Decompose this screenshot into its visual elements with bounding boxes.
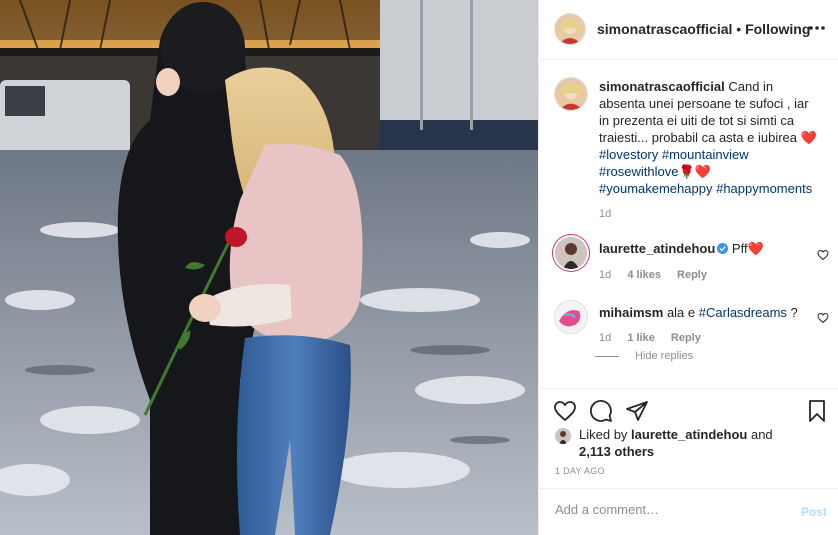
bookmark-icon[interactable] [805, 399, 829, 423]
hashtag-rosewithlove[interactable]: #rosewithlove [599, 164, 679, 179]
post-photo[interactable] [0, 0, 538, 535]
comment-age[interactable]: 1d [599, 332, 611, 344]
share-icon[interactable] [625, 399, 649, 423]
caption-meta: 1d [599, 208, 624, 220]
caption-age[interactable]: 1d [599, 208, 611, 220]
comment-likes[interactable]: 4 likes [627, 269, 661, 281]
header-separator: • [736, 21, 742, 37]
liked-by-text: Liked by laurette_atindehou and [555, 426, 825, 443]
hashtag-youmakemehappy[interactable]: #youmakemehappy [599, 181, 712, 196]
action-bar [539, 388, 838, 428]
comment-meta: 1d 1 like Reply [599, 332, 714, 344]
comment-username[interactable]: laurette_atindehou [599, 241, 715, 256]
hashtag-carlasdreams[interactable]: #Carlasdreams [699, 305, 787, 320]
caption-author-avatar[interactable] [555, 78, 587, 110]
heart-icon[interactable] [553, 399, 577, 423]
comment-suffix: ? [790, 305, 798, 320]
comment-body: laurette_atindehou Pff❤️ [599, 240, 819, 257]
comment-age[interactable]: 1d [599, 269, 611, 281]
header-line: simonatrascaofficial • Following [597, 21, 810, 37]
heart-emoji: ❤️ [800, 130, 817, 145]
verified-icon [717, 243, 729, 254]
heart-emoji: ❤️ [747, 241, 764, 256]
comment-input[interactable] [555, 502, 775, 517]
comment-username[interactable]: mihaimsm [599, 305, 663, 320]
post-timestamp[interactable]: 1 DAY AGO [555, 466, 605, 476]
post-header: simonatrascaofficial • Following [539, 0, 838, 60]
comment-likes[interactable]: 1 like [627, 332, 655, 344]
reply-button[interactable]: Reply [671, 332, 701, 344]
caption-username[interactable]: simonatrascaofficial [599, 79, 725, 94]
add-comment-bar: Post [539, 488, 838, 535]
author-avatar[interactable] [555, 14, 585, 44]
liker-avatar[interactable] [555, 428, 571, 444]
comment-text: ala e [666, 305, 696, 320]
heart-icon[interactable] [817, 249, 829, 261]
reply-button[interactable]: Reply [677, 269, 707, 281]
hashtag-lovestory[interactable]: #lovestory [599, 147, 658, 162]
comment-meta: 1d 4 likes Reply [599, 269, 720, 281]
post-comment-button[interactable]: Post [801, 505, 827, 519]
commenter-avatar[interactable] [555, 237, 587, 269]
comment-body: mihaimsm ala e #Carlasdreams ? [599, 304, 819, 321]
liked-by-others[interactable]: 2,113 others [579, 444, 654, 459]
heart-icon[interactable] [817, 312, 829, 324]
hashtag-happymoments[interactable]: #happymoments [716, 181, 812, 196]
liked-by-and: and [750, 427, 773, 442]
caption-body: simonatrascaofficial Cand in absenta une… [599, 78, 819, 197]
commenter-avatar[interactable] [555, 301, 587, 333]
comment-icon[interactable] [589, 399, 613, 423]
rose-heart-emoji: 🌹❤️ [678, 164, 711, 179]
post-side-panel: simonatrascaofficial • Following simonat… [538, 0, 838, 535]
post-photo-illustration [0, 0, 538, 535]
liked-by-prefix: Liked by [579, 427, 628, 442]
author-username[interactable]: simonatrascaofficial [597, 21, 732, 37]
comment-text: Pff [731, 241, 748, 256]
liked-by-others-line: 2,113 others [555, 443, 825, 460]
more-icon[interactable] [807, 18, 827, 38]
hide-replies-button[interactable]: Hide replies [595, 350, 693, 362]
liked-by: Liked by laurette_atindehou and 2,113 ot… [555, 426, 825, 460]
following-button[interactable]: Following [745, 21, 810, 37]
hashtag-mountainview[interactable]: #mountainview [662, 147, 749, 162]
liked-by-user[interactable]: laurette_atindehou [631, 427, 747, 442]
